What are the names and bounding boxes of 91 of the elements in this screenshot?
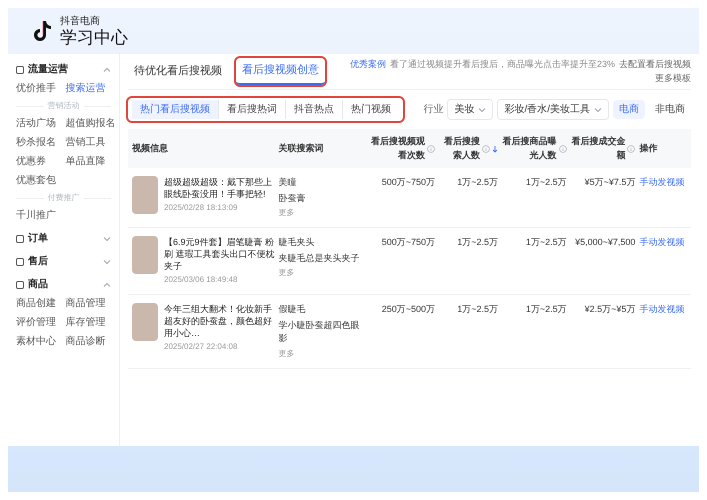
sidebar-item[interactable]: 优价推手 (16, 81, 62, 96)
video-date: 2025/03/06 18:49:48 (164, 274, 238, 286)
column-header: 看后搜商品曝光人数 (502, 135, 557, 162)
filter-label: 行业 (423, 102, 444, 117)
square-icon (16, 234, 24, 242)
column-header: 视频信息 (132, 142, 168, 155)
tab[interactable]: 待优化看后搜视频 (128, 59, 228, 84)
chevron-up-icon (103, 66, 111, 74)
column-header: 关联搜索词 (278, 142, 324, 155)
action-link[interactable]: 手动发视频 (639, 176, 687, 219)
photo-placeholder (132, 303, 158, 341)
table-cell-text: 1万~2.5万 (456, 303, 498, 316)
filter-select[interactable]: 美妆 (447, 99, 494, 120)
filter-select[interactable]: 彩妆/香水/美妆工具 (497, 99, 609, 120)
table-cell-text: 250万~500万 (380, 303, 435, 316)
table-cell-text: ¥2.5万~¥5万 (584, 303, 636, 316)
column-header: 看后搜搜索人数 (442, 135, 480, 162)
case-tag[interactable]: 优秀案例 (350, 58, 386, 72)
info-icon (627, 144, 636, 152)
column-header: 看后搜成交金额 (570, 135, 626, 162)
table-cell-text: 1万~2.5万 (456, 176, 498, 189)
brand-title: 学习中心 (60, 28, 128, 46)
table-cell-text: ¥5万~¥7.5万 (584, 176, 636, 189)
brand-subtitle: 抖音电商 (60, 16, 101, 26)
search-term: 卧蚕膏 (278, 192, 307, 204)
square-icon (16, 258, 24, 266)
sidebar-item[interactable]: 素材中心 (16, 334, 62, 349)
section-title[interactable]: 售后 (28, 254, 99, 269)
video-date: 2025/02/28 18:13:09 (164, 202, 238, 214)
video-title[interactable]: 【6.9元9件套】眉笔睫膏 粉刷 遮瑕工具套头出口不便枕夹子 (164, 236, 275, 272)
action-link[interactable]: 手动发视频 (639, 236, 687, 286)
search-term: 美瞳 (278, 176, 298, 189)
square-icon (16, 280, 24, 288)
column-header: 看后搜视频观看次数 (370, 135, 425, 162)
chevron-down-icon (594, 106, 602, 114)
sidebar-item[interactable]: 商品诊断 (66, 334, 111, 349)
info-icon (558, 144, 567, 152)
section-title[interactable]: 订单 (28, 231, 99, 246)
sidebar-item[interactable]: 活动广场 (16, 116, 62, 131)
table-cell-text: 1万~2.5万 (524, 303, 567, 316)
chevron-down-icon (478, 106, 486, 114)
notice-link[interactable]: 更多模板 (655, 72, 691, 85)
search-term: 睫毛夹头 (278, 236, 316, 249)
video-title[interactable]: 超级超级超级：戴下那些上眼线卧蚕没用！手事把轻! (164, 176, 275, 200)
music-note-logo-icon (32, 20, 52, 42)
sidebar-item[interactable]: 千川推广 (16, 208, 62, 223)
notice-text: 看了通过视频提升看后搜后，商品曝光点击率提升至23% (390, 58, 615, 71)
search-term: 假睫毛 (278, 303, 307, 316)
subtab[interactable]: 热门视频 (342, 100, 399, 119)
sidebar-item[interactable]: 优惠券 (16, 154, 62, 169)
section-title[interactable]: 流量运营 (28, 62, 99, 77)
column-header: 操作 (639, 142, 658, 155)
subtab[interactable]: 抖音热点 (285, 100, 342, 119)
video-date: 2025/02/27 22:04:08 (164, 341, 238, 353)
photo-placeholder (132, 236, 158, 274)
subtab[interactable]: 看后搜热词 (218, 100, 285, 119)
sidebar-item[interactable]: 评价管理 (16, 315, 62, 330)
search-term: 夹睫毛总是夹头夹子 (278, 252, 361, 264)
square-icon (16, 66, 24, 74)
video-title[interactable]: 今年三组大翻术！化妆新手超友好的卧蚕盘，颜色超好用小心… (164, 303, 275, 339)
filter-option[interactable]: 非电商 (649, 100, 691, 119)
chevron-up-icon (103, 280, 111, 288)
subtab[interactable]: 热门看后搜视频 (132, 100, 218, 119)
sort-arrow-icon[interactable] (492, 144, 498, 152)
table-cell-text: 1万~2.5万 (524, 176, 567, 189)
table-cell-text: 1万~2.5万 (524, 236, 567, 249)
sidebar-item[interactable]: 秒杀报名 (16, 135, 62, 150)
info-icon (426, 144, 435, 152)
search-term: 学小睫卧蚕超四色眼影 (278, 318, 361, 345)
sidebar-item[interactable]: 库存管理 (66, 315, 111, 330)
sidebar-item[interactable]: 搜索运营 (66, 81, 111, 96)
sidebar-item[interactable]: 商品创建 (16, 296, 62, 311)
table-cell-text: 500万~750万 (380, 176, 435, 189)
table-cell-text: ¥5,000~¥7,500 (574, 236, 636, 249)
sidebar-item[interactable]: 营销工具 (66, 135, 111, 150)
tab[interactable]: 看后搜视频创意 (236, 58, 325, 85)
info-icon (482, 144, 490, 152)
sidebar-item[interactable]: 单品直降 (66, 154, 111, 169)
group-label: 付费推广 (48, 192, 80, 204)
table-cell-text: 500万~750万 (380, 236, 435, 249)
chevron-down-icon (103, 258, 111, 266)
group-label: 营销活动 (48, 100, 80, 112)
section-title[interactable]: 商品 (28, 277, 99, 292)
table-cell-text: 1万~2.5万 (456, 236, 498, 249)
sidebar-item[interactable]: 优惠套包 (16, 173, 62, 188)
chevron-down-icon (103, 234, 111, 242)
sidebar-item[interactable]: 商品管理 (66, 296, 111, 311)
action-link[interactable]: 手动发视频 (639, 303, 687, 360)
notice-link[interactable]: 去配置看后搜视频 (619, 58, 691, 72)
filter-option[interactable]: 电商 (613, 100, 645, 119)
photo-placeholder (132, 176, 158, 214)
